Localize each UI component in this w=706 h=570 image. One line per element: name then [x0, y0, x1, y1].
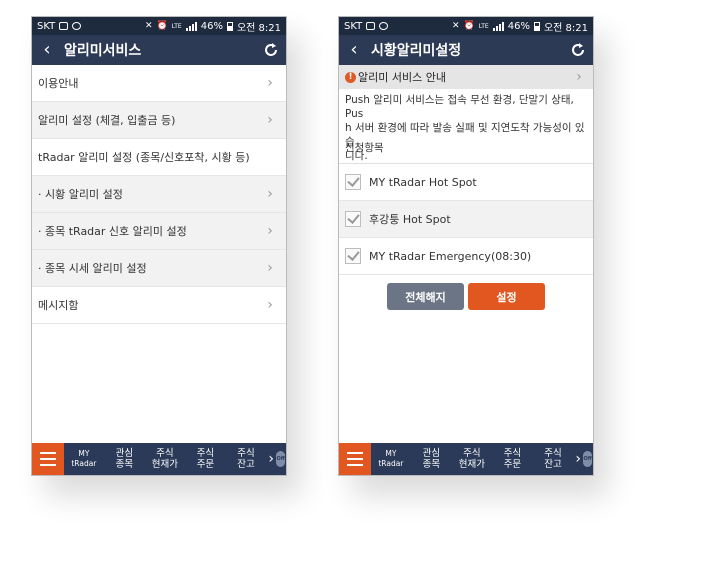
page-title: 알리미서비스 — [64, 43, 142, 59]
clear-all-button[interactable]: 전체해지 — [387, 283, 464, 310]
nav-watchlist[interactable]: 관심 종목 — [104, 443, 145, 475]
refresh-icon[interactable] — [569, 41, 587, 59]
nav-balance[interactable]: 주식 잔고 — [226, 443, 267, 475]
toggle-label: Off — [276, 451, 286, 467]
title-bar: ‹ 시황알리미설정 — [339, 35, 593, 65]
nav-more-chevron-icon[interactable]: › — [266, 443, 276, 475]
mute-icon: ✕ — [451, 21, 460, 31]
nav-off-toggle[interactable]: Off — [583, 443, 593, 475]
apply-items-header: 신청항목 — [339, 133, 593, 164]
nav-more-chevron-icon[interactable]: › — [573, 443, 583, 475]
nav-watchlist[interactable]: 관심 종목 — [411, 443, 452, 475]
menu-item-label: 이용안내 — [38, 77, 79, 90]
menu-item-guide[interactable]: 이용안내 › — [32, 65, 286, 102]
menu-item-label: 메시지함 — [38, 299, 79, 312]
chevron-right-icon: › — [267, 223, 273, 239]
signal-icon — [185, 21, 197, 31]
clock: 오전 8:21 — [543, 22, 588, 34]
nav-order[interactable]: 주식 주문 — [492, 443, 533, 475]
option-hugangtong-hot-spot[interactable]: 후강퉁 Hot Spot — [339, 201, 593, 238]
menu-item-signal-alert[interactable]: · 종목 tRadar 신호 알리미 설정 › — [32, 213, 286, 250]
menu-item-market-alert[interactable]: · 시황 알리미 설정 › — [32, 176, 286, 213]
mute-icon: ✕ — [144, 21, 153, 31]
hamburger-menu-icon[interactable] — [32, 443, 64, 475]
apply-button[interactable]: 설정 — [468, 283, 545, 310]
option-my-tradar-hot-spot[interactable]: MY tRadar Hot Spot — [339, 164, 593, 201]
message-icon — [72, 22, 82, 30]
option-label: 후강퉁 Hot Spot — [369, 213, 451, 226]
page-title: 시황알리미설정 — [371, 43, 462, 59]
checkbox[interactable] — [345, 211, 361, 227]
hamburger-menu-icon[interactable] — [339, 443, 371, 475]
gallery-icon — [59, 22, 69, 30]
bottom-nav: MY tRadar 관심 종목 주식 현재가 주식 주문 주식 잔고 › Off — [32, 443, 286, 475]
refresh-icon[interactable] — [262, 41, 280, 59]
back-button[interactable]: ‹ — [339, 35, 369, 65]
carrier-label: SKT — [344, 20, 363, 32]
status-bar: SKT ✕ ⏰ LTE 46% 오전 8:21 — [339, 17, 593, 35]
message-icon — [379, 22, 389, 30]
toggle-label: Off — [583, 451, 593, 467]
chevron-right-icon: › — [267, 112, 273, 128]
menu-item-price-alert[interactable]: · 종목 시세 알리미 설정 › — [32, 250, 286, 287]
status-bar: SKT ✕ ⏰ LTE 46% 오전 8:21 — [32, 17, 286, 35]
checkbox[interactable] — [345, 174, 361, 190]
chevron-right-icon: › — [267, 260, 273, 276]
menu-item-alert-settings[interactable]: 알리미 설정 (체결, 입출금 등) › — [32, 102, 286, 139]
option-label: MY tRadar Emergency(08:30) — [369, 249, 532, 263]
phone-left-screen: SKT ✕ ⏰ LTE 46% 오전 8:21 ‹ 알리미서비스 이용안내 › … — [31, 16, 287, 476]
section-title: 알리미 서비스 안내 — [358, 71, 446, 84]
menu-item-label: · 종목 시세 알리미 설정 — [38, 262, 147, 275]
chevron-right-icon: › — [267, 75, 273, 91]
battery-percent: 46% — [200, 20, 223, 32]
phone-right-screen: SKT ✕ ⏰ LTE 46% 오전 8:21 ‹ 시황알리미설정 ! 알리미 … — [338, 16, 594, 476]
nav-current-price[interactable]: 주식 현재가 — [452, 443, 493, 475]
nav-my-tradar[interactable]: MY tRadar — [371, 443, 412, 475]
title-bar: ‹ 알리미서비스 — [32, 35, 286, 65]
nav-my-tradar[interactable]: MY tRadar — [64, 443, 105, 475]
battery-percent: 46% — [507, 20, 530, 32]
menu-item-label: · 종목 tRadar 신호 알리미 설정 — [38, 225, 187, 238]
service-notice-text: Push 알리미 서비스는 접속 무선 환경, 단말기 상태, Pus h 서버… — [339, 89, 593, 162]
battery-icon — [226, 21, 233, 31]
chevron-right-icon: › — [267, 297, 273, 313]
nav-order[interactable]: 주식 주문 — [185, 443, 226, 475]
menu-item-label: 알리미 설정 (체결, 입출금 등) — [38, 114, 176, 127]
action-buttons: 전체해지 설정 — [339, 283, 593, 310]
carrier-label: SKT — [37, 20, 56, 32]
alarm-icon: ⏰ — [156, 21, 168, 31]
clock: 오전 8:21 — [236, 22, 281, 34]
back-button[interactable]: ‹ — [32, 35, 62, 65]
alarm-icon: ⏰ — [463, 21, 475, 31]
chevron-right-icon: › — [576, 69, 582, 85]
option-my-tradar-emergency[interactable]: MY tRadar Emergency(08:30) — [339, 238, 593, 275]
service-notice-header[interactable]: ! 알리미 서비스 안내 › — [339, 65, 593, 89]
option-label: MY tRadar Hot Spot — [369, 175, 477, 189]
menu-item-label: · 시황 알리미 설정 — [38, 188, 123, 201]
chevron-right-icon: › — [267, 186, 273, 202]
notice-line: Push 알리미 서비스는 접속 무선 환경, 단말기 상태, Pus — [345, 94, 574, 120]
warning-icon: ! — [345, 71, 356, 83]
lte-label: LTE — [478, 22, 489, 30]
battery-icon — [533, 21, 540, 31]
bottom-nav: MY tRadar 관심 종목 주식 현재가 주식 주문 주식 잔고 › Off — [339, 443, 593, 475]
lte-label: LTE — [171, 22, 182, 30]
checkbox[interactable] — [345, 248, 361, 264]
signal-icon — [492, 21, 504, 31]
menu-item-inbox[interactable]: 메시지함 › — [32, 287, 286, 324]
menu-item-label: tRadar 알리미 설정 (종목/신호포착, 시황 등) — [38, 151, 250, 164]
nav-balance[interactable]: 주식 잔고 — [533, 443, 574, 475]
gallery-icon — [366, 22, 376, 30]
menu-item-tradar-settings: tRadar 알리미 설정 (종목/신호포착, 시황 등) — [32, 139, 286, 176]
nav-current-price[interactable]: 주식 현재가 — [145, 443, 186, 475]
menu-list: 이용안내 › 알리미 설정 (체결, 입출금 등) › tRadar 알리미 설… — [32, 65, 286, 324]
nav-off-toggle[interactable]: Off — [276, 443, 286, 475]
